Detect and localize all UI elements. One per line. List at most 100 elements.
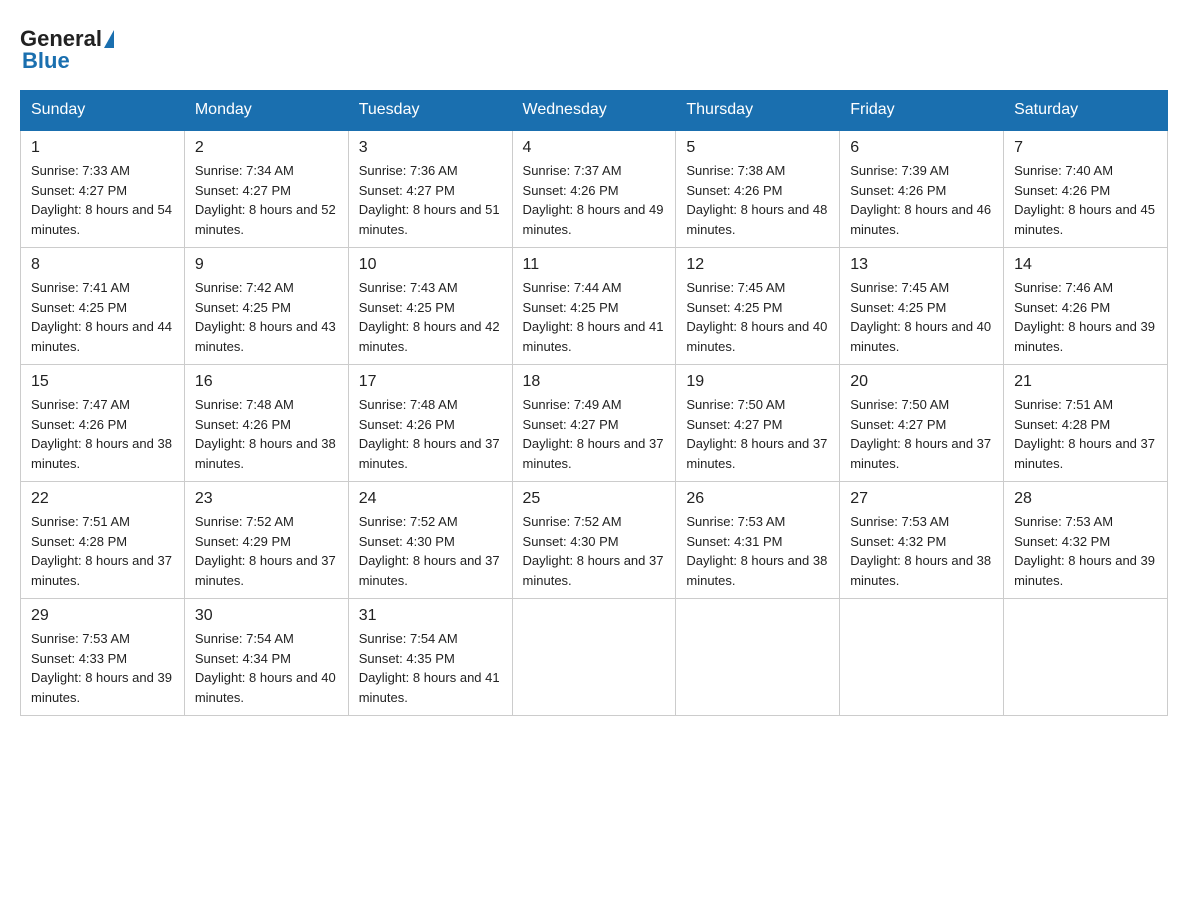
- sunrise-label: Sunrise: 7:54 AM: [195, 631, 294, 646]
- daylight-label: Daylight: 8 hours and 49 minutes.: [523, 202, 664, 237]
- calendar-cell: [840, 599, 1004, 716]
- sunset-label: Sunset: 4:32 PM: [1014, 534, 1110, 549]
- day-number: 15: [31, 373, 174, 391]
- day-number: 17: [359, 373, 502, 391]
- sunset-label: Sunset: 4:28 PM: [31, 534, 127, 549]
- sunset-label: Sunset: 4:25 PM: [195, 300, 291, 315]
- day-info: Sunrise: 7:47 AM Sunset: 4:26 PM Dayligh…: [31, 395, 174, 473]
- daylight-label: Daylight: 8 hours and 39 minutes.: [1014, 553, 1155, 588]
- sunset-label: Sunset: 4:33 PM: [31, 651, 127, 666]
- calendar-cell: 17 Sunrise: 7:48 AM Sunset: 4:26 PM Dayl…: [348, 365, 512, 482]
- daylight-label: Daylight: 8 hours and 37 minutes.: [523, 436, 664, 471]
- day-info: Sunrise: 7:50 AM Sunset: 4:27 PM Dayligh…: [686, 395, 829, 473]
- daylight-label: Daylight: 8 hours and 41 minutes.: [523, 319, 664, 354]
- sunrise-label: Sunrise: 7:36 AM: [359, 163, 458, 178]
- sunrise-label: Sunrise: 7:54 AM: [359, 631, 458, 646]
- sunset-label: Sunset: 4:27 PM: [359, 183, 455, 198]
- calendar-week-row: 29 Sunrise: 7:53 AM Sunset: 4:33 PM Dayl…: [21, 599, 1168, 716]
- day-number: 21: [1014, 373, 1157, 391]
- day-info: Sunrise: 7:54 AM Sunset: 4:35 PM Dayligh…: [359, 629, 502, 707]
- sunset-label: Sunset: 4:26 PM: [850, 183, 946, 198]
- sunrise-label: Sunrise: 7:38 AM: [686, 163, 785, 178]
- sunset-label: Sunset: 4:26 PM: [31, 417, 127, 432]
- day-number: 25: [523, 490, 666, 508]
- calendar-cell: 12 Sunrise: 7:45 AM Sunset: 4:25 PM Dayl…: [676, 248, 840, 365]
- daylight-label: Daylight: 8 hours and 52 minutes.: [195, 202, 336, 237]
- calendar-cell: 2 Sunrise: 7:34 AM Sunset: 4:27 PM Dayli…: [184, 130, 348, 248]
- calendar-cell: 16 Sunrise: 7:48 AM Sunset: 4:26 PM Dayl…: [184, 365, 348, 482]
- day-number: 4: [523, 139, 666, 157]
- day-info: Sunrise: 7:44 AM Sunset: 4:25 PM Dayligh…: [523, 278, 666, 356]
- calendar-cell: [512, 599, 676, 716]
- daylight-label: Daylight: 8 hours and 37 minutes.: [686, 436, 827, 471]
- sunrise-label: Sunrise: 7:53 AM: [31, 631, 130, 646]
- calendar-cell: 24 Sunrise: 7:52 AM Sunset: 4:30 PM Dayl…: [348, 482, 512, 599]
- daylight-label: Daylight: 8 hours and 37 minutes.: [523, 553, 664, 588]
- sunrise-label: Sunrise: 7:44 AM: [523, 280, 622, 295]
- calendar-cell: 19 Sunrise: 7:50 AM Sunset: 4:27 PM Dayl…: [676, 365, 840, 482]
- calendar-week-row: 22 Sunrise: 7:51 AM Sunset: 4:28 PM Dayl…: [21, 482, 1168, 599]
- day-info: Sunrise: 7:40 AM Sunset: 4:26 PM Dayligh…: [1014, 161, 1157, 239]
- header-thursday: Thursday: [676, 91, 840, 131]
- day-number: 26: [686, 490, 829, 508]
- day-info: Sunrise: 7:41 AM Sunset: 4:25 PM Dayligh…: [31, 278, 174, 356]
- day-info: Sunrise: 7:54 AM Sunset: 4:34 PM Dayligh…: [195, 629, 338, 707]
- calendar-cell: 8 Sunrise: 7:41 AM Sunset: 4:25 PM Dayli…: [21, 248, 185, 365]
- daylight-label: Daylight: 8 hours and 37 minutes.: [31, 553, 172, 588]
- day-number: 11: [523, 256, 666, 274]
- sunrise-label: Sunrise: 7:42 AM: [195, 280, 294, 295]
- daylight-label: Daylight: 8 hours and 45 minutes.: [1014, 202, 1155, 237]
- day-info: Sunrise: 7:51 AM Sunset: 4:28 PM Dayligh…: [1014, 395, 1157, 473]
- calendar-week-row: 8 Sunrise: 7:41 AM Sunset: 4:25 PM Dayli…: [21, 248, 1168, 365]
- day-number: 8: [31, 256, 174, 274]
- day-number: 16: [195, 373, 338, 391]
- sunrise-label: Sunrise: 7:46 AM: [1014, 280, 1113, 295]
- sunset-label: Sunset: 4:26 PM: [359, 417, 455, 432]
- calendar-cell: 15 Sunrise: 7:47 AM Sunset: 4:26 PM Dayl…: [21, 365, 185, 482]
- calendar-cell: 20 Sunrise: 7:50 AM Sunset: 4:27 PM Dayl…: [840, 365, 1004, 482]
- calendar-cell: 28 Sunrise: 7:53 AM Sunset: 4:32 PM Dayl…: [1004, 482, 1168, 599]
- day-number: 7: [1014, 139, 1157, 157]
- sunset-label: Sunset: 4:27 PM: [195, 183, 291, 198]
- day-number: 9: [195, 256, 338, 274]
- sunset-label: Sunset: 4:25 PM: [359, 300, 455, 315]
- day-number: 20: [850, 373, 993, 391]
- sunrise-label: Sunrise: 7:37 AM: [523, 163, 622, 178]
- sunrise-label: Sunrise: 7:53 AM: [1014, 514, 1113, 529]
- day-number: 13: [850, 256, 993, 274]
- logo-blue: Blue: [22, 48, 70, 74]
- daylight-label: Daylight: 8 hours and 41 minutes.: [359, 670, 500, 705]
- sunset-label: Sunset: 4:25 PM: [523, 300, 619, 315]
- sunrise-label: Sunrise: 7:51 AM: [31, 514, 130, 529]
- day-info: Sunrise: 7:46 AM Sunset: 4:26 PM Dayligh…: [1014, 278, 1157, 356]
- sunrise-label: Sunrise: 7:47 AM: [31, 397, 130, 412]
- day-number: 18: [523, 373, 666, 391]
- day-number: 14: [1014, 256, 1157, 274]
- sunrise-label: Sunrise: 7:40 AM: [1014, 163, 1113, 178]
- day-info: Sunrise: 7:48 AM Sunset: 4:26 PM Dayligh…: [359, 395, 502, 473]
- day-number: 27: [850, 490, 993, 508]
- calendar-cell: 14 Sunrise: 7:46 AM Sunset: 4:26 PM Dayl…: [1004, 248, 1168, 365]
- day-number: 28: [1014, 490, 1157, 508]
- daylight-label: Daylight: 8 hours and 37 minutes.: [850, 436, 991, 471]
- daylight-label: Daylight: 8 hours and 37 minutes.: [1014, 436, 1155, 471]
- day-info: Sunrise: 7:49 AM Sunset: 4:27 PM Dayligh…: [523, 395, 666, 473]
- header-wednesday: Wednesday: [512, 91, 676, 131]
- day-info: Sunrise: 7:51 AM Sunset: 4:28 PM Dayligh…: [31, 512, 174, 590]
- calendar-cell: 29 Sunrise: 7:53 AM Sunset: 4:33 PM Dayl…: [21, 599, 185, 716]
- sunset-label: Sunset: 4:27 PM: [31, 183, 127, 198]
- sunrise-label: Sunrise: 7:39 AM: [850, 163, 949, 178]
- calendar-cell: 31 Sunrise: 7:54 AM Sunset: 4:35 PM Dayl…: [348, 599, 512, 716]
- sunrise-label: Sunrise: 7:49 AM: [523, 397, 622, 412]
- sunset-label: Sunset: 4:27 PM: [523, 417, 619, 432]
- calendar-cell: 4 Sunrise: 7:37 AM Sunset: 4:26 PM Dayli…: [512, 130, 676, 248]
- calendar-cell: 23 Sunrise: 7:52 AM Sunset: 4:29 PM Dayl…: [184, 482, 348, 599]
- calendar-cell: 18 Sunrise: 7:49 AM Sunset: 4:27 PM Dayl…: [512, 365, 676, 482]
- day-info: Sunrise: 7:53 AM Sunset: 4:32 PM Dayligh…: [850, 512, 993, 590]
- day-info: Sunrise: 7:52 AM Sunset: 4:29 PM Dayligh…: [195, 512, 338, 590]
- daylight-label: Daylight: 8 hours and 46 minutes.: [850, 202, 991, 237]
- sunset-label: Sunset: 4:29 PM: [195, 534, 291, 549]
- day-number: 10: [359, 256, 502, 274]
- day-info: Sunrise: 7:38 AM Sunset: 4:26 PM Dayligh…: [686, 161, 829, 239]
- logo-general: General: [20, 28, 102, 50]
